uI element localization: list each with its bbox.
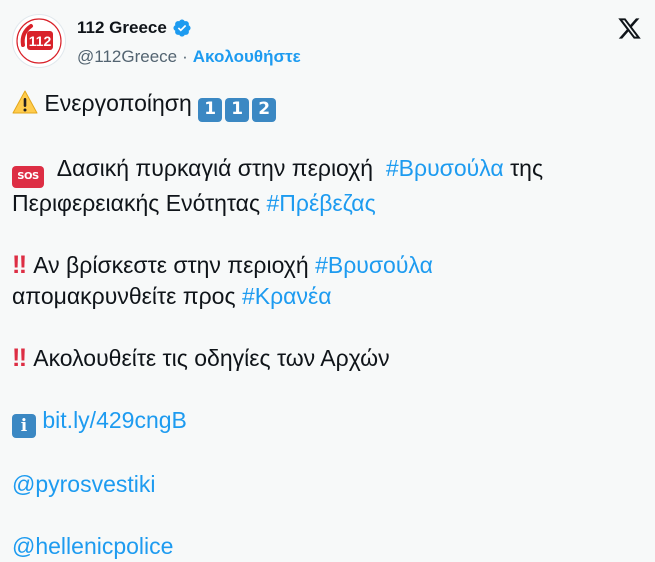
instructions-text: Ακολουθείτε τις οδηγίες των Αρχών: [33, 344, 390, 371]
author-name[interactable]: 112 Greece: [77, 18, 167, 38]
hashtag-vrysoula[interactable]: #Βρυσούλα: [315, 252, 433, 278]
follow-button[interactable]: Ακολουθήστε: [193, 47, 301, 67]
evacuate-line: ‼ Αν βρίσκεστε στην περιοχή #Βρυσούλα απ…: [12, 250, 642, 312]
warning-icon: [12, 90, 38, 122]
instructions-line: ‼ Ακολουθείτε τις οδηγίες των Αρχών: [12, 343, 642, 374]
svg-text:112: 112: [29, 33, 52, 49]
information-icon: i: [12, 414, 36, 438]
keycap-digit-icon: 2: [252, 97, 277, 122]
x-logo-icon[interactable]: [616, 16, 643, 46]
sos-icon: SOS: [12, 165, 44, 188]
keycap-digit-icon: 1: [198, 97, 223, 122]
keycap-digit-icon: 1: [225, 97, 250, 122]
activation-text: Ενεργοποίηση: [44, 90, 192, 116]
activation-line: Ενεργοποίηση 112: [12, 88, 642, 122]
mention-pyrosvestiki[interactable]: @pyrosvestiki: [12, 471, 156, 497]
short-link[interactable]: bit.ly/429cngB: [42, 407, 186, 433]
double-exclamation-icon: ‼: [12, 250, 27, 279]
hashtag-kranea[interactable]: #Κρανέα: [242, 283, 332, 309]
evacuate-text: Αν βρίσκεστε στην περιοχή: [33, 251, 309, 278]
hashtag-preveza[interactable]: #Πρέβεζας: [266, 190, 375, 216]
hashtag-vrysoula[interactable]: #Βρυσούλα: [386, 155, 504, 181]
separator-dot: ·: [182, 47, 188, 66]
fire-text: Δασική πυρκαγιά στην περιοχή: [56, 155, 374, 181]
tweet-text: Ενεργοποίηση 112 SOS Δασική πυρκαγιά στη…: [12, 88, 642, 562]
verified-badge-icon: [172, 18, 192, 38]
link-line: i bit.ly/429cngB: [12, 405, 642, 438]
double-exclamation-icon: ‼: [12, 343, 27, 372]
region-text: Περιφερειακής Ενότητας: [12, 189, 261, 216]
evacuate-text-2: απομακρυνθείτε προς: [12, 282, 236, 309]
mention-hellenicpolice[interactable]: @hellenicpolice: [12, 533, 173, 559]
avatar-112-logo: 112: [14, 16, 64, 66]
tweet-header: 112 112 Greece @112Greece · Ακολουθήστε: [12, 14, 643, 70]
avatar[interactable]: 112: [12, 14, 66, 68]
fire-line: SOS Δασική πυρκαγιά στην περιοχή #Βρυσού…: [12, 153, 642, 219]
fire-text-mid: της: [510, 155, 544, 181]
author-handle[interactable]: @112Greece: [77, 47, 177, 67]
